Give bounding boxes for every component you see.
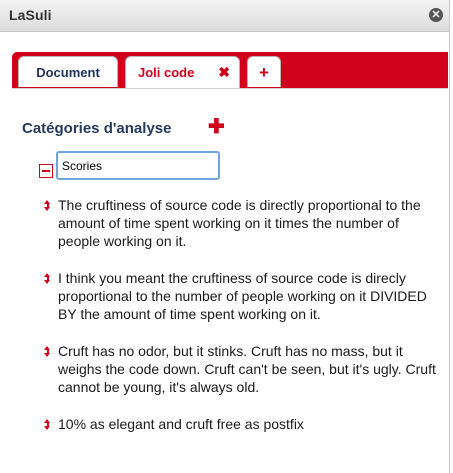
item-text: I think you meant the cruftiness of sour…	[58, 270, 427, 322]
tab-joli-code[interactable]: Joli code ✖	[125, 56, 240, 89]
fragment-list: The cruftiness of source code is directl…	[44, 196, 439, 452]
tab-document[interactable]: Document	[18, 56, 118, 87]
list-item[interactable]: Cruft has no odor, but it stinks. Cruft …	[44, 342, 439, 396]
category-name-input[interactable]	[56, 151, 220, 180]
add-category-icon[interactable]: ✚	[208, 117, 225, 137]
tab-joli-code-label: Joli code	[138, 65, 195, 80]
item-text: The cruftiness of source code is directl…	[58, 197, 421, 249]
sort-arrows-icon[interactable]	[44, 200, 51, 211]
item-text: 10% as elegant and cruft free as postfix	[58, 416, 304, 432]
list-item[interactable]: 10% as elegant and cruft free as postfix	[44, 415, 439, 433]
lasuli-panel: LaSuli ✕ Document Joli code ✖ + Catégori…	[0, 0, 450, 473]
list-item[interactable]: I think you meant the cruftiness of sour…	[44, 269, 439, 323]
tab-content-border	[12, 88, 448, 89]
title-bar: LaSuli ✕	[0, 0, 449, 32]
close-icon[interactable]: ✕	[429, 8, 443, 22]
sort-arrows-icon[interactable]	[44, 419, 51, 430]
sort-arrows-icon[interactable]	[44, 273, 51, 284]
list-item[interactable]: The cruftiness of source code is directl…	[44, 196, 439, 250]
section-title: Catégories d'analyse	[22, 120, 172, 137]
tab-strip: Document Joli code ✖ +	[12, 52, 448, 89]
app-title: LaSuli	[9, 7, 52, 23]
tab-document-label: Document	[36, 65, 100, 80]
collapse-minus-icon[interactable]	[39, 164, 53, 178]
add-tab-button[interactable]: +	[247, 56, 281, 87]
tab-close-icon[interactable]: ✖	[218, 57, 230, 88]
item-text: Cruft has no odor, but it stinks. Cruft …	[58, 343, 436, 395]
sort-arrows-icon[interactable]	[44, 346, 51, 357]
